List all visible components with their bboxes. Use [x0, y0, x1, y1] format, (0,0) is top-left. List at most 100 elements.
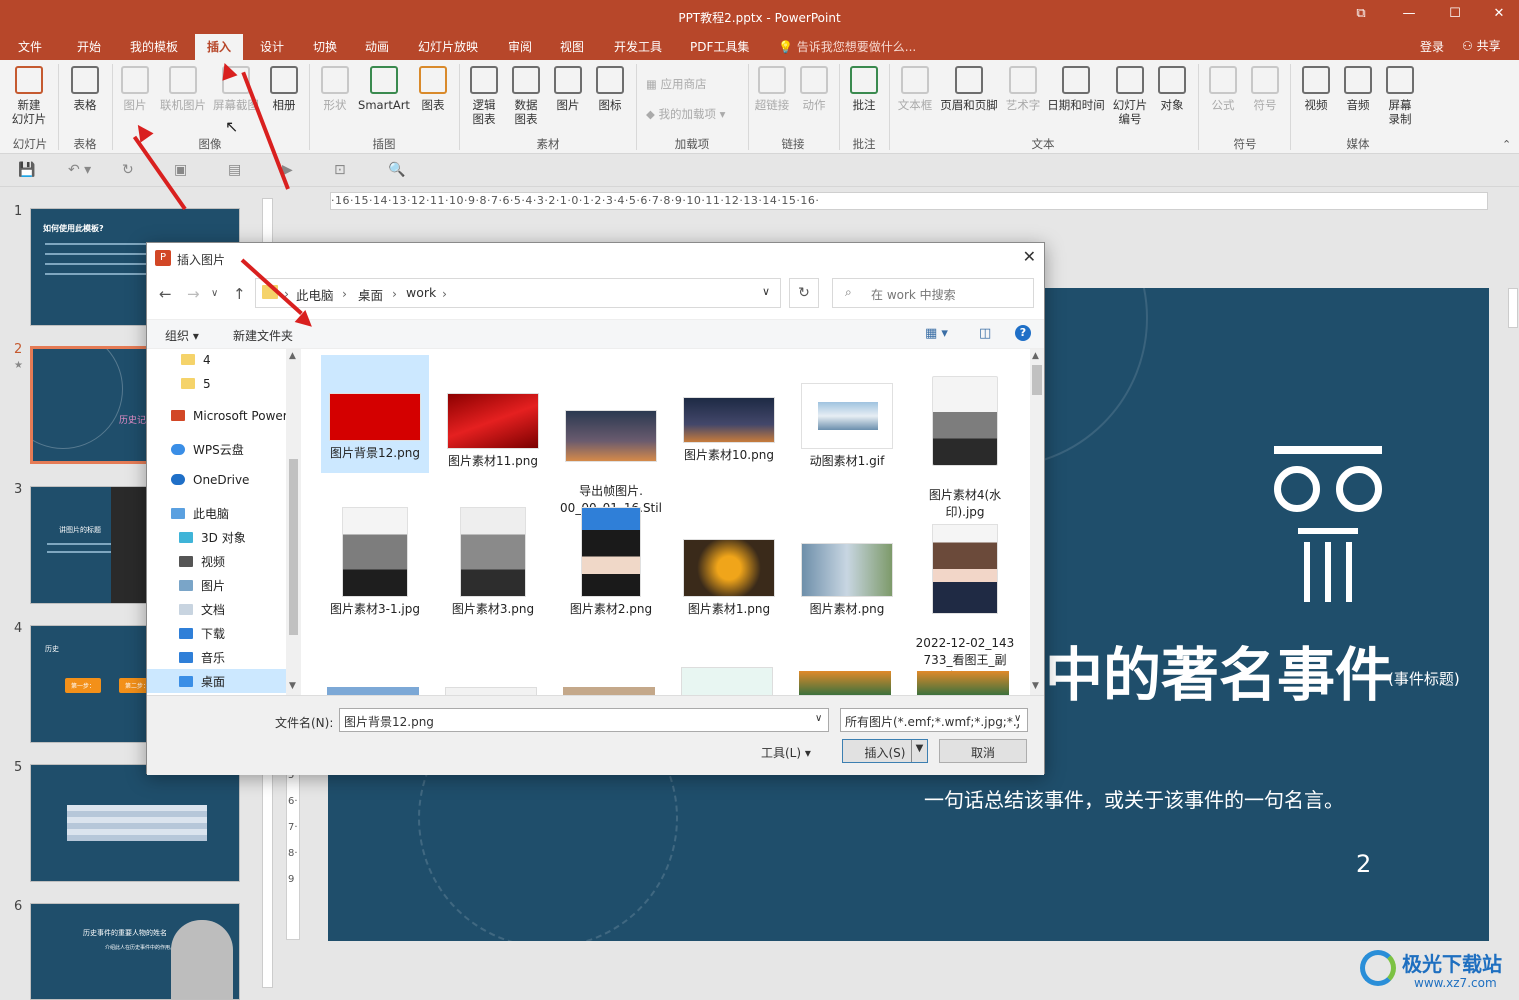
file-item[interactable]: 动图素材1.gif — [793, 355, 901, 470]
tree-item-documents[interactable]: 文档 — [179, 601, 225, 618]
material-picture-button[interactable]: 图片 — [550, 66, 586, 112]
tab-developer[interactable]: 开发工具 — [614, 38, 662, 55]
tree-item-videos[interactable]: 视频 — [179, 553, 225, 570]
new-folder-button[interactable]: 新建文件夹 — [233, 327, 293, 344]
tree-item-folder-4[interactable]: 4 — [181, 353, 211, 367]
audio-button[interactable]: 音频 — [1338, 66, 1378, 112]
symbol-button[interactable]: 符号 — [1246, 66, 1284, 112]
tree-item-pictures[interactable]: 图片 — [179, 577, 225, 594]
tab-my-templates[interactable]: 我的模板 — [130, 38, 178, 55]
tab-transitions[interactable]: 切换 — [313, 38, 337, 55]
up-arrow-icon[interactable]: ↑ — [233, 285, 246, 303]
file-item[interactable]: 2022-12-02_143 733_看图王_副 本.png — [911, 507, 1019, 686]
tab-file[interactable]: 文件 — [18, 38, 42, 55]
scroll-thumb[interactable] — [1032, 365, 1042, 395]
scroll-thumb[interactable] — [289, 459, 298, 635]
tab-slideshow[interactable]: 幻灯片放映 — [418, 38, 478, 55]
minimize-button[interactable]: — — [1394, 6, 1424, 26]
header-footer-button[interactable]: 页眉和页脚 — [937, 66, 1001, 112]
scroll-up-icon[interactable]: ▲ — [289, 351, 296, 361]
video-button[interactable]: 视频 — [1296, 66, 1336, 112]
back-arrow-icon[interactable]: ← — [159, 285, 172, 303]
filename-input[interactable]: 图片背景12.png — [339, 708, 829, 732]
file-item[interactable]: 图片素材3-1.jpg — [321, 507, 429, 618]
slide-thumbnail-6[interactable]: 历史事件的重要人物的姓名 介绍此人在历史事件中的作用。 — [30, 903, 240, 1000]
scroll-thumb[interactable] — [1508, 288, 1518, 328]
file-item[interactable]: 图片背景12.png — [321, 355, 429, 473]
icon-library-button[interactable]: 图标 — [592, 66, 628, 112]
tree-item-folder-5[interactable]: 5 — [181, 377, 211, 391]
tab-animations[interactable]: 动画 — [365, 38, 389, 55]
tree-scrollbar[interactable]: ▲ ▼ — [286, 349, 301, 695]
help-icon[interactable]: ? — [1015, 325, 1031, 341]
collapse-ribbon-icon[interactable]: ⌃ — [1502, 138, 1511, 151]
breadcrumb-work[interactable]: work — [406, 285, 436, 300]
scroll-down-icon[interactable]: ▼ — [1032, 681, 1039, 691]
tree-item-wps-cloud[interactable]: WPS云盘 — [171, 441, 244, 458]
login-link[interactable]: 登录 — [1420, 38, 1444, 55]
tools-menu[interactable]: 工具(L) ▾ — [761, 744, 811, 761]
address-bar[interactable]: › 此电脑 › 桌面 › work › ∨ — [255, 278, 781, 308]
address-dropdown-icon[interactable]: ∨ — [762, 285, 770, 298]
slide-subheading[interactable]: (事件标题) — [1388, 668, 1460, 689]
online-picture-button[interactable]: 联机图片 — [157, 66, 209, 112]
file-item[interactable]: 图片素材4(水 印).jpg — [911, 355, 1019, 521]
data-chart-button[interactable]: 数据 图表 — [508, 66, 544, 126]
shapes-button[interactable]: 形状 — [316, 66, 354, 112]
search-input[interactable]: 在 work 中搜索 — [832, 278, 1034, 308]
share-button[interactable]: ⚇ 共享 — [1462, 37, 1501, 54]
history-dropdown-icon[interactable]: ∨ — [211, 288, 218, 299]
redo-icon[interactable]: ↻ — [122, 162, 134, 178]
file-item[interactable]: 图片素材10.png — [675, 355, 783, 464]
insert-button[interactable]: 插入(S) ▼ — [842, 739, 928, 763]
save-icon[interactable]: 💾 — [18, 162, 35, 178]
table-button[interactable]: 表格 — [66, 66, 104, 112]
date-time-button[interactable]: 日期和时间 — [1045, 66, 1107, 112]
slide-quote[interactable]: 一句话总结该事件，或关于该事件的一句名言。 — [924, 784, 1344, 813]
file-item[interactable]: 图片素材2.png — [557, 507, 665, 618]
tab-pdf-tools[interactable]: PDF工具集 — [690, 38, 749, 55]
tab-review[interactable]: 审阅 — [508, 38, 532, 55]
new-slide-qat-icon[interactable]: ▣ — [174, 162, 187, 178]
tab-insert[interactable]: 插入 — [195, 34, 244, 61]
picture-button[interactable]: 图片 — [118, 66, 152, 112]
screen-recording-button[interactable]: 屏幕 录制 — [1382, 66, 1418, 126]
ribbon-display-icon[interactable]: ⧉ — [1346, 6, 1376, 26]
file-item[interactable]: 图片素材11.png — [439, 355, 547, 470]
presenter-icon[interactable]: ⊡ — [334, 162, 346, 178]
tree-item-desktop[interactable]: 桌面 — [147, 669, 286, 693]
preview-icon[interactable]: 🔍 — [388, 162, 405, 178]
tell-me-search[interactable]: 💡 告诉我您想要做什么... — [778, 38, 916, 55]
refresh-icon[interactable]: ↻ — [789, 278, 819, 308]
tree-item-powerpoint[interactable]: Microsoft Power — [171, 409, 288, 423]
smartart-button[interactable]: SmartArt — [356, 66, 412, 112]
tree-item-3d-objects[interactable]: 3D 对象 — [179, 529, 246, 546]
layout-icon[interactable]: ▤ — [228, 162, 241, 178]
slide-number-button[interactable]: 幻灯片 编号 — [1109, 66, 1151, 126]
filetype-dropdown-icon[interactable]: ∨ — [1014, 713, 1022, 724]
scroll-down-icon[interactable]: ▼ — [289, 681, 296, 691]
editor-scrollbar[interactable] — [1507, 188, 1519, 958]
object-button[interactable]: 对象 — [1154, 66, 1190, 112]
action-button[interactable]: 动作 — [796, 66, 832, 112]
view-options-icon[interactable]: ▦ ▾ — [925, 326, 948, 341]
file-scrollbar[interactable]: ▲ ▼ — [1030, 349, 1044, 695]
undo-icon[interactable]: ↶ ▾ — [68, 162, 91, 178]
tab-view[interactable]: 视图 — [560, 38, 584, 55]
insert-dropdown-icon[interactable]: ▼ — [911, 740, 927, 762]
filetype-select[interactable]: 所有图片(*.emf;*.wmf;*.jpg;*.j — [840, 708, 1028, 732]
breadcrumb-desktop[interactable]: 桌面 — [358, 285, 383, 304]
new-slide-button[interactable]: 新建 幻灯片 — [6, 66, 52, 126]
chart-button[interactable]: 图表 — [416, 66, 450, 112]
logic-chart-button[interactable]: 逻辑 图表 — [466, 66, 502, 126]
tree-item-onedrive[interactable]: OneDrive — [171, 473, 249, 487]
close-button[interactable]: ✕ — [1484, 6, 1514, 26]
comment-button[interactable]: 批注 — [846, 66, 882, 112]
cancel-button[interactable]: 取消 — [939, 739, 1027, 763]
maximize-button[interactable]: ☐ — [1440, 6, 1470, 26]
tree-item-music[interactable]: 音乐 — [179, 649, 225, 666]
tab-design[interactable]: 设计 — [260, 38, 284, 55]
photo-album-button[interactable]: 相册 — [266, 66, 302, 112]
equation-button[interactable]: 公式 — [1204, 66, 1242, 112]
app-store-button[interactable]: ▦ 应用商店 — [646, 76, 707, 92]
